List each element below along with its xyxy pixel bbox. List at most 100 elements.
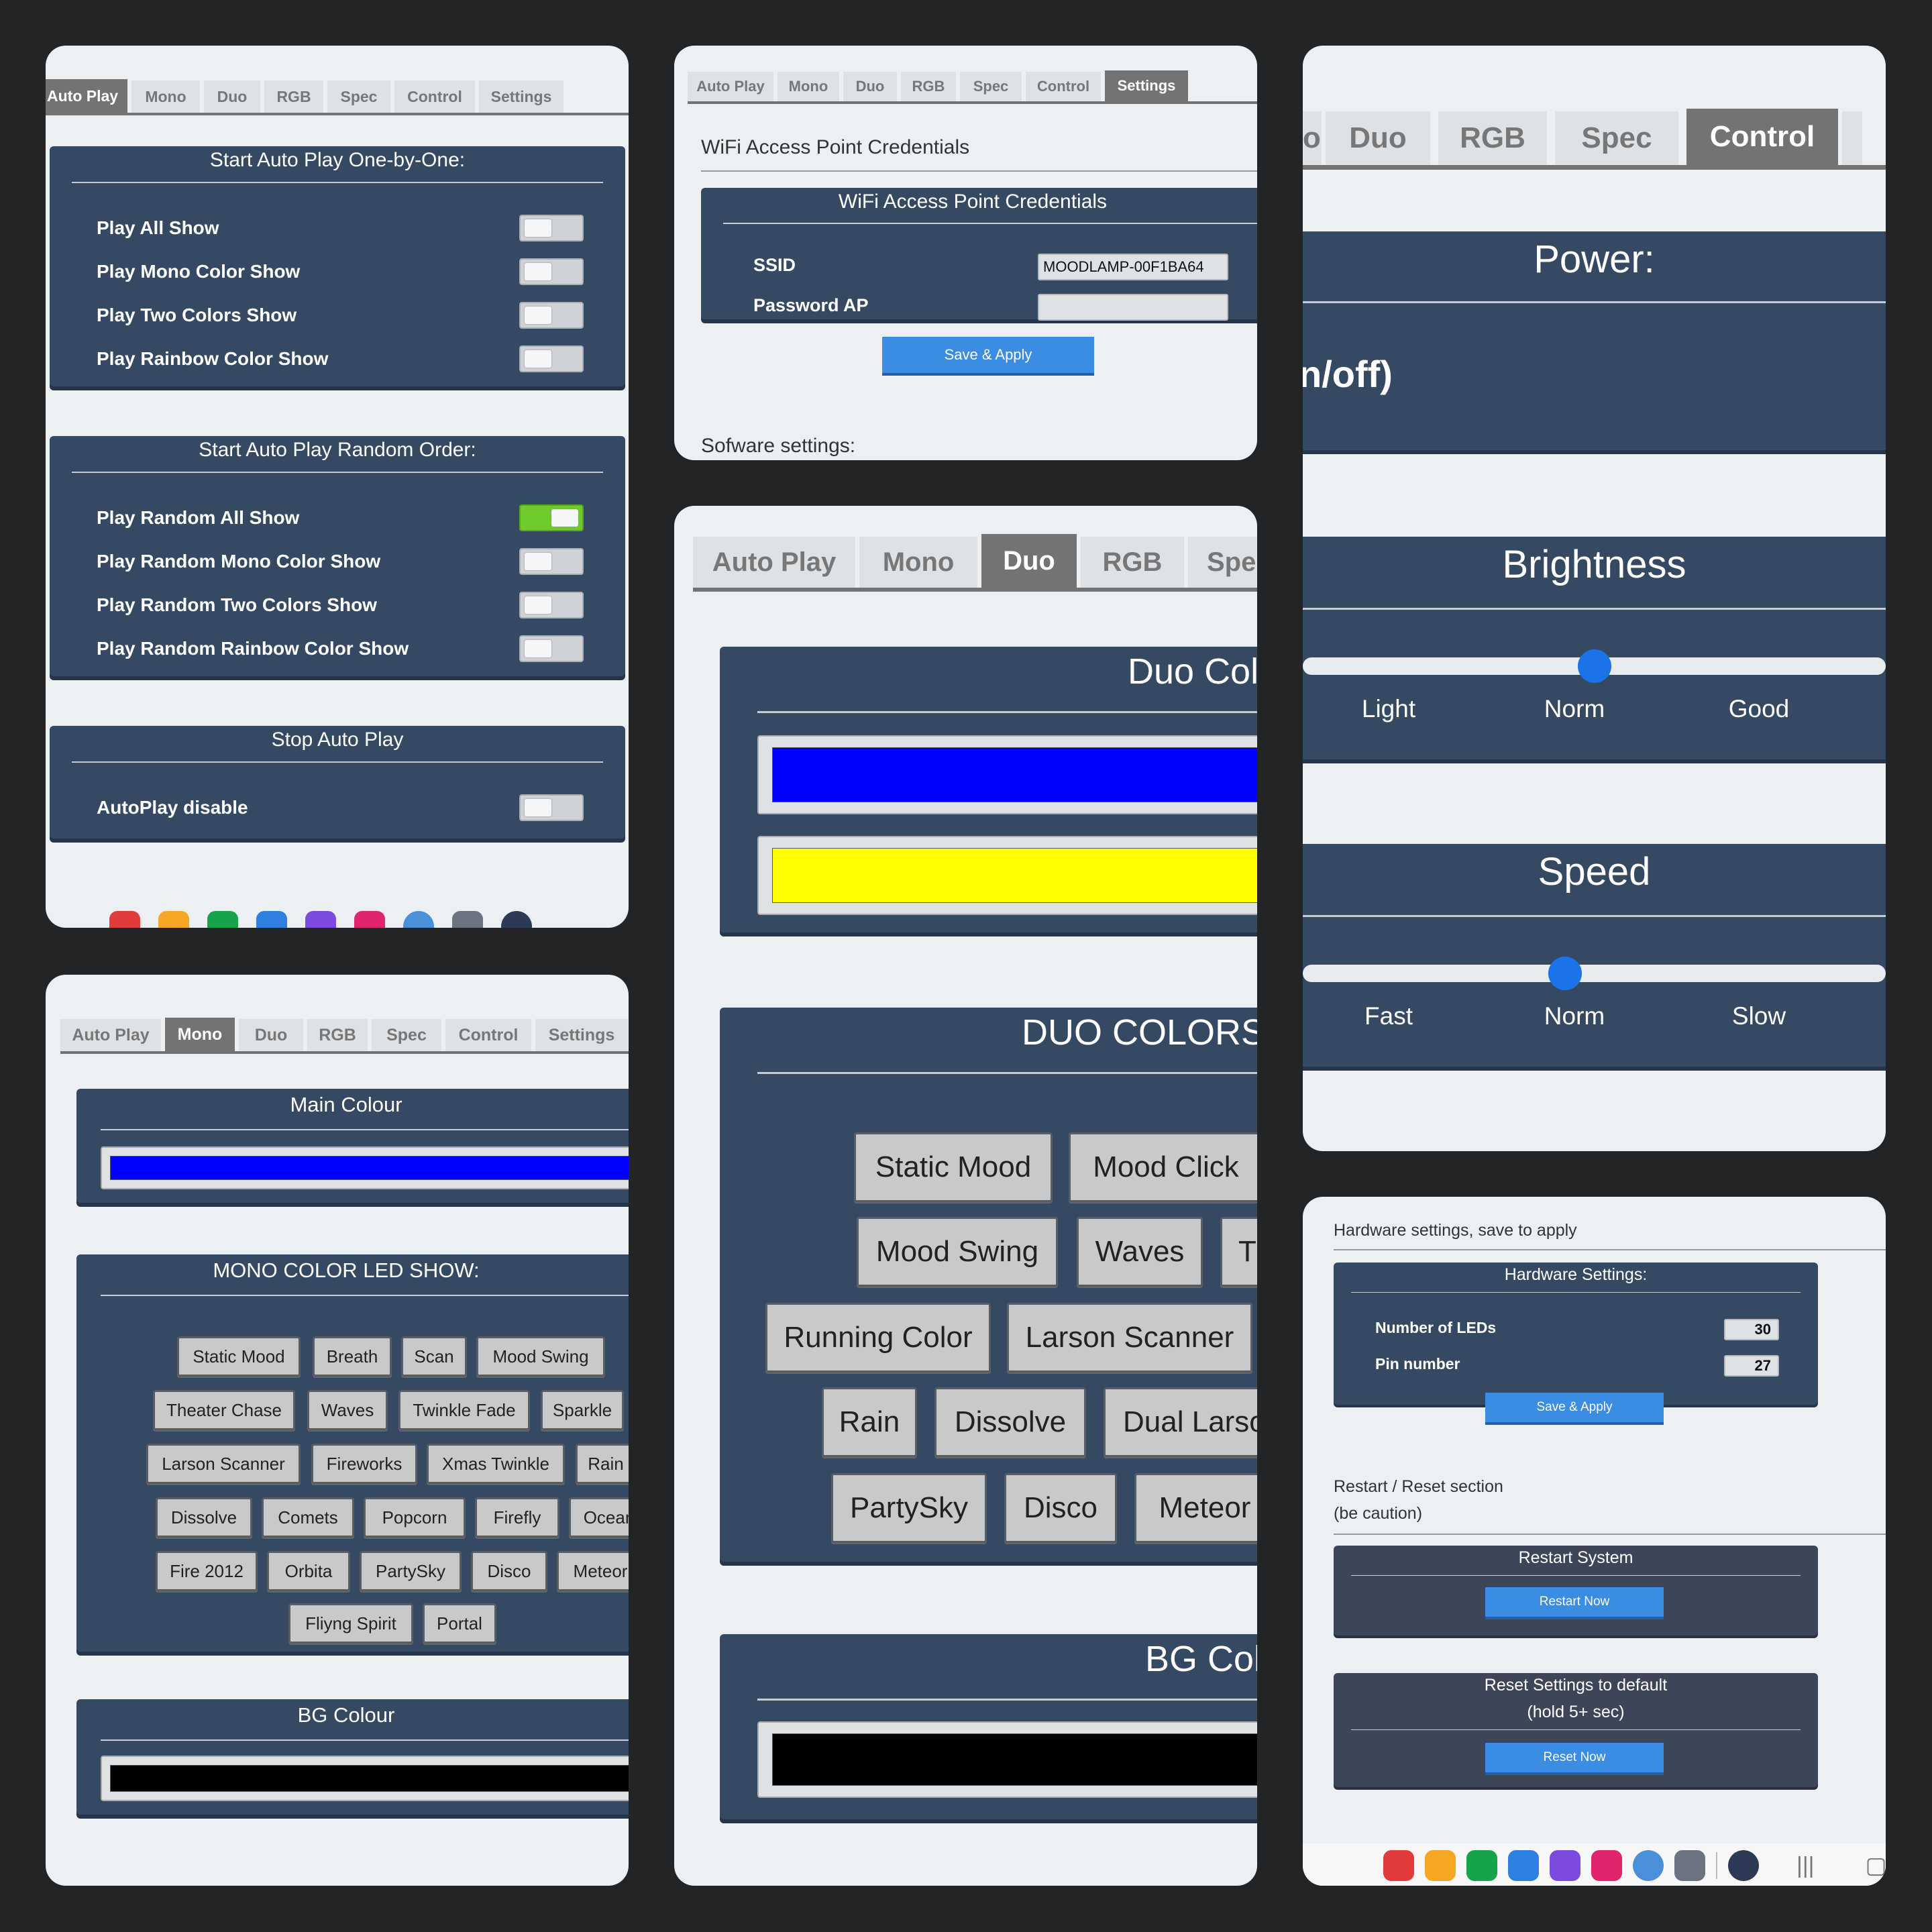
camera-icon[interactable] — [354, 911, 385, 928]
files-icon[interactable] — [158, 911, 189, 928]
reset-now-button[interactable]: Reset Now — [1485, 1743, 1664, 1775]
tab-spec[interactable]: Spec — [372, 1019, 441, 1051]
play-rainbow-color-show-toggle[interactable] — [519, 345, 584, 372]
tab-rgb[interactable]: RGB — [901, 72, 956, 101]
apps-grid-icon[interactable] — [452, 911, 483, 928]
save-apply-button[interactable]: Save & Apply — [882, 337, 1094, 376]
tab-control[interactable]: Control — [445, 1019, 531, 1051]
tab-rgb[interactable]: RGB — [1438, 111, 1547, 165]
show-fireworks-button[interactable]: Fireworks — [311, 1444, 417, 1484]
duo-colour-2-picker[interactable] — [757, 836, 1257, 915]
autoplay-disable-toggle[interactable] — [519, 794, 584, 821]
tab-duo[interactable]: Duo — [843, 72, 897, 101]
show-disco-button[interactable]: Disco — [471, 1551, 547, 1591]
tab-control[interactable]: Control — [1026, 72, 1101, 101]
show-dissolve-button[interactable]: Dissolve — [156, 1497, 252, 1538]
red-app-icon[interactable] — [109, 911, 140, 928]
hardware-save-apply-button[interactable]: Save & Apply — [1485, 1393, 1664, 1425]
duo-show-partial-button[interactable]: T — [1220, 1217, 1257, 1287]
tab-rgb[interactable]: RGB — [1081, 537, 1184, 588]
tab-settings[interactable]: Settings — [1105, 70, 1188, 101]
duo-show-larson-scanner-button[interactable]: Larson Scanner — [1007, 1303, 1252, 1373]
play-random-two-colors-show-toggle[interactable] — [519, 592, 584, 619]
duo-show-disco-button[interactable]: Disco — [1004, 1473, 1117, 1543]
duo-show-mood-swing-button[interactable]: Mood Swing — [857, 1217, 1058, 1287]
show-static-mood-button[interactable]: Static Mood — [177, 1336, 301, 1377]
tab-mono[interactable]: Mono — [859, 537, 977, 588]
files-icon[interactable] — [1425, 1850, 1456, 1881]
tab-duo[interactable]: Duo — [204, 80, 260, 113]
duo-show-mood-click-button[interactable]: Mood Click — [1069, 1132, 1257, 1202]
show-sparkle-button[interactable]: Sparkle — [541, 1390, 624, 1430]
tab-duo[interactable]: Duo — [1326, 111, 1430, 165]
phone-icon[interactable] — [1466, 1850, 1497, 1881]
settings-icon[interactable] — [1728, 1850, 1759, 1881]
tab-spec[interactable]: Spe — [1188, 537, 1257, 588]
show-larson-scanner-button[interactable]: Larson Scanner — [146, 1444, 301, 1484]
phone-icon[interactable] — [207, 911, 238, 928]
restart-now-button[interactable]: Restart Now — [1485, 1587, 1664, 1619]
messages-icon[interactable] — [256, 911, 287, 928]
duo-show-partysky-button[interactable]: PartySky — [831, 1473, 987, 1543]
show-comets-button[interactable]: Comets — [262, 1497, 354, 1538]
tab-settings[interactable]: Settings — [535, 1019, 628, 1051]
play-all-show-toggle[interactable] — [519, 215, 584, 241]
show-scan-button[interactable]: Scan — [401, 1336, 467, 1377]
show-portal-button[interactable]: Portal — [423, 1603, 496, 1644]
speed-slider-track[interactable] — [1303, 965, 1886, 982]
chrome-icon[interactable] — [403, 911, 434, 928]
apps-grid-icon[interactable] — [1674, 1850, 1705, 1881]
browser-icon[interactable] — [1550, 1850, 1580, 1881]
tab-control[interactable]: Control — [1686, 109, 1838, 165]
tab-mono[interactable]: Mono — [777, 72, 839, 101]
camera-icon[interactable] — [1591, 1850, 1622, 1881]
show-waves-button[interactable]: Waves — [307, 1390, 388, 1430]
show-theater-chase-button[interactable]: Theater Chase — [153, 1390, 295, 1430]
brightness-slider-thumb[interactable] — [1578, 649, 1611, 683]
duo-show-waves-button[interactable]: Waves — [1077, 1217, 1203, 1287]
duo-show-dual-larson-button[interactable]: Dual Larso — [1104, 1387, 1257, 1457]
tab-mono[interactable]: Mono — [131, 80, 200, 113]
show-firefly-button[interactable]: Firefly — [475, 1497, 559, 1538]
recent-apps-icon[interactable]: ||| — [1796, 1853, 1815, 1879]
speed-slider-thumb[interactable] — [1548, 957, 1582, 990]
tab-mono[interactable]: Mono — [165, 1018, 235, 1051]
messages-icon[interactable] — [1508, 1850, 1539, 1881]
tab-spec[interactable]: Spec — [327, 80, 390, 113]
play-random-mono-color-show-toggle[interactable] — [519, 548, 584, 575]
password-input[interactable] — [1038, 294, 1228, 321]
duo-bg-colour-picker[interactable] — [757, 1721, 1257, 1798]
tab-spec[interactable]: Spec — [960, 72, 1022, 101]
tab-rgb[interactable]: RGB — [264, 80, 323, 113]
play-two-colors-show-toggle[interactable] — [519, 302, 584, 329]
tab-rgb[interactable]: RGB — [307, 1019, 368, 1051]
tab-control[interactable]: Control — [394, 80, 475, 113]
play-mono-color-show-toggle[interactable] — [519, 258, 584, 285]
tab-auto-play[interactable]: Auto Play — [46, 79, 127, 113]
play-random-rainbow-color-show-toggle[interactable] — [519, 635, 584, 662]
settings-icon[interactable] — [501, 911, 532, 928]
main-colour-picker[interactable] — [101, 1146, 629, 1189]
leds-input[interactable]: 30 — [1724, 1319, 1779, 1340]
tab-auto-play[interactable]: Auto Play — [688, 72, 773, 101]
tab-mono[interactable]: o — [1303, 111, 1322, 165]
home-icon[interactable]: ▢ — [1866, 1852, 1886, 1879]
tab-duo[interactable]: Duo — [239, 1019, 303, 1051]
duo-show-dissolve-button[interactable]: Dissolve — [934, 1387, 1086, 1457]
show-xmas-twinkle-button[interactable]: Xmas Twinkle — [427, 1444, 565, 1484]
show-ocean-button[interactable]: Ocean — [569, 1497, 629, 1538]
show-popcorn-button[interactable]: Popcorn — [364, 1497, 466, 1538]
tab-auto-play[interactable]: Auto Play — [693, 537, 855, 588]
show-twinkle-fade-button[interactable]: Twinkle Fade — [398, 1390, 530, 1430]
tab-settings[interactable] — [1842, 111, 1862, 165]
show-meteor-button[interactable]: Meteor — [557, 1551, 629, 1591]
pin-input[interactable]: 27 — [1724, 1355, 1779, 1377]
show-fliyng-spirit-button[interactable]: Fliyng Spirit — [288, 1603, 413, 1644]
tab-duo[interactable]: Duo — [981, 534, 1077, 588]
tab-spec[interactable]: Spec — [1555, 111, 1678, 165]
browser-icon[interactable] — [305, 911, 336, 928]
show-fire-2012-button[interactable]: Fire 2012 — [156, 1551, 258, 1591]
show-orbita-button[interactable]: Orbita — [267, 1551, 350, 1591]
duo-show-static-mood-button[interactable]: Static Mood — [854, 1132, 1053, 1202]
duo-colour-1-picker[interactable] — [757, 735, 1257, 814]
